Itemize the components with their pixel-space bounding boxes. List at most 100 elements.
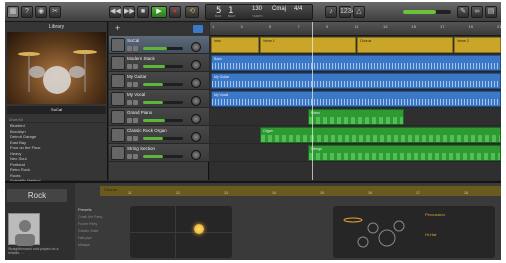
region-my-vocal[interactable]: My Vocal xyxy=(211,91,501,107)
midi-notes xyxy=(309,117,403,124)
preset-item[interactable]: Fourth Party xyxy=(78,222,125,226)
track-header[interactable]: String Section xyxy=(109,144,209,162)
track-volume-slider[interactable] xyxy=(143,83,183,86)
mute-button[interactable] xyxy=(127,64,132,69)
lane-socal: Intro Verse 1 Chorus Verse 2 xyxy=(210,36,501,54)
lcd-time-signature: 4/4 xyxy=(294,6,303,12)
solo-button[interactable] xyxy=(133,118,138,123)
go-to-beginning-button[interactable]: ■ xyxy=(137,6,149,18)
editor-ruler-number: 18 xyxy=(464,191,468,195)
region-strings[interactable]: Strings xyxy=(308,145,501,161)
mute-button[interactable] xyxy=(127,100,132,105)
playhead[interactable] xyxy=(312,22,313,180)
track-header[interactable]: Classic Rock Organ xyxy=(109,126,209,144)
record-button[interactable]: ● xyxy=(169,6,181,18)
library-selected-name: SoCal xyxy=(7,106,106,114)
track-header[interactable]: Modern Stack xyxy=(109,54,209,72)
cycle-button[interactable]: ⟲ xyxy=(185,6,199,18)
track-volume-slider[interactable] xyxy=(143,65,183,68)
library-title: Library xyxy=(48,24,65,30)
region-label: Intro xyxy=(214,39,222,43)
track-instrument-icon xyxy=(111,128,125,142)
region-intro[interactable]: Intro xyxy=(211,37,259,53)
library-button[interactable]: ▦ xyxy=(7,6,19,18)
percussion-label[interactable]: Percussion xyxy=(425,212,445,217)
region-chorus[interactable]: Chorus xyxy=(357,37,453,53)
preset-item[interactable]: Half-pipe xyxy=(78,236,125,240)
track-header[interactable]: My Vocal xyxy=(109,90,209,108)
editor-ruler-number: 15 xyxy=(320,191,324,195)
media-browser-button[interactable]: ▤ xyxy=(485,6,497,18)
solo-button[interactable] xyxy=(133,64,138,69)
region-verse2[interactable]: Verse 2 xyxy=(454,37,501,53)
genre-label[interactable]: Rock xyxy=(7,189,67,202)
track-volume-slider[interactable] xyxy=(143,119,183,122)
track-pan-knob[interactable] xyxy=(191,78,201,88)
mute-button[interactable] xyxy=(127,46,132,51)
region-my-guitar[interactable]: My Guitar xyxy=(211,73,501,89)
mute-button[interactable] xyxy=(127,136,132,141)
track-volume-slider[interactable] xyxy=(143,101,183,104)
loops-button[interactable]: ∞ xyxy=(471,6,483,18)
lane-modern-stack: Bass xyxy=(210,54,501,72)
track-pan-knob[interactable] xyxy=(191,150,201,160)
region-label: Organ xyxy=(263,129,273,133)
lane-my-guitar: My Guitar xyxy=(210,72,501,90)
rewind-button[interactable]: ◀◀ xyxy=(109,6,121,18)
track-volume-slider[interactable] xyxy=(143,137,183,140)
solo-button[interactable] xyxy=(133,100,138,105)
track-mute-solo xyxy=(127,82,139,87)
mute-button[interactable] xyxy=(127,118,132,123)
count-in-button[interactable]: 1234 xyxy=(339,6,356,18)
master-volume-slider[interactable] xyxy=(403,10,451,14)
solo-button[interactable] xyxy=(133,46,138,51)
notepad-button[interactable]: ✎ xyxy=(457,6,469,18)
track-pan-knob[interactable] xyxy=(191,132,201,142)
solo-button[interactable] xyxy=(133,154,138,159)
solo-button[interactable] xyxy=(133,136,138,141)
track-pan-knob[interactable] xyxy=(191,96,201,106)
region-organ[interactable]: Organ xyxy=(260,127,501,143)
region-verse1[interactable]: Verse 1 xyxy=(260,37,356,53)
track-header[interactable]: My Guitar xyxy=(109,72,209,90)
editors-button[interactable]: ✂ xyxy=(49,6,61,18)
mute-button[interactable] xyxy=(127,82,132,87)
track-pan-knob[interactable] xyxy=(191,42,201,52)
preset-item[interactable]: Mixtape xyxy=(78,243,125,247)
add-track-icon[interactable]: + xyxy=(115,24,120,33)
xy-pad-divider xyxy=(130,232,232,233)
track-header[interactable]: SoCal xyxy=(109,36,209,54)
track-header[interactable]: Grand Piano xyxy=(109,108,209,126)
track-pan-knob[interactable] xyxy=(191,114,201,124)
lcd-display[interactable]: 5 1 130 Cmaj 4/4 BAR BEAT TEMPO xyxy=(205,4,313,20)
hihat-label[interactable]: Hi-Hat xyxy=(425,232,436,237)
track-pan-knob[interactable] xyxy=(191,60,201,70)
help-button[interactable]: ? xyxy=(21,6,33,18)
track-instrument-icon xyxy=(111,38,125,52)
region-piano[interactable]: Piano xyxy=(308,109,404,125)
track-volume-fill xyxy=(143,119,165,122)
fast-forward-button[interactable]: ▶▶ xyxy=(123,6,135,18)
track-volume-slider[interactable] xyxy=(143,47,183,50)
tuner-button[interactable]: ♪ xyxy=(325,6,337,18)
tracks-area[interactable]: 1 3 5 7 9 11 13 15 17 19 21 Intro Verse 1 Chorus V… xyxy=(210,22,501,180)
play-button[interactable]: ▶ xyxy=(151,6,167,18)
xy-pad[interactable] xyxy=(130,206,232,258)
preset-item[interactable]: Golden State xyxy=(78,229,125,233)
lane-my-vocal: My Vocal xyxy=(210,90,501,108)
smart-tempo-icon[interactable] xyxy=(193,25,203,33)
metronome-button[interactable]: △ xyxy=(353,6,365,18)
preset-item[interactable]: Crash the Party xyxy=(78,215,125,219)
smart-controls-button[interactable]: ◉ xyxy=(35,6,47,18)
timeline-ruler[interactable]: 1 3 5 7 9 11 13 15 17 19 21 xyxy=(210,22,501,36)
mute-button[interactable] xyxy=(127,154,132,159)
lcd-bar-caption: BAR xyxy=(215,14,222,18)
region-bass[interactable]: Bass xyxy=(211,55,501,71)
solo-button[interactable] xyxy=(133,82,138,87)
track-volume-slider[interactable] xyxy=(143,155,183,158)
track-instrument-icon xyxy=(111,110,125,124)
drum-kit-controls[interactable]: Percussion Hi-Hat xyxy=(333,206,495,258)
editor-ruler[interactable]: Chorus 11 12 13 14 15 16 17 18 xyxy=(100,186,501,196)
track-name: SoCal xyxy=(127,38,140,43)
xy-pad-puck[interactable] xyxy=(194,224,204,234)
